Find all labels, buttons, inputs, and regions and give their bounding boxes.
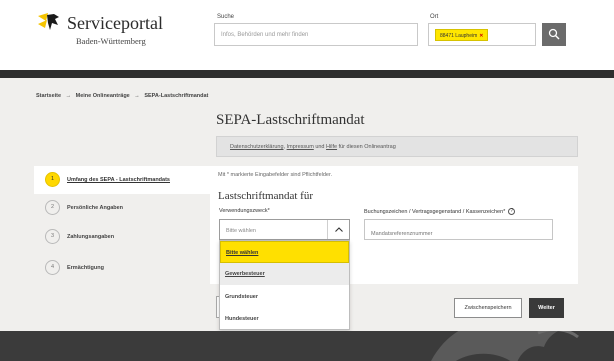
search-icon — [548, 28, 560, 40]
privacy-link[interactable]: Datenschutzerklärung — [230, 144, 284, 150]
dropdown-option[interactable]: Bitte wählen — [220, 241, 349, 263]
breadcrumb-separator: → — [134, 93, 140, 99]
lion-emblem-icon — [431, 331, 579, 361]
step-number: 1 — [45, 172, 60, 187]
remove-location-icon[interactable]: ✕ — [479, 33, 483, 39]
reference-label: Buchungszeichen / Vertragsgegenstand / K… — [364, 208, 506, 215]
info-bar: Datenschutzerklärung, Impressum und Hilf… — [216, 136, 578, 157]
purpose-select[interactable]: Bitte wählen — [219, 219, 350, 240]
step-label: Persönliche Angaben — [67, 205, 124, 211]
step-number: 3 — [45, 229, 60, 244]
search-label: Suche — [217, 14, 235, 20]
step-item-payment[interactable]: 3 Zahlungsangaben — [34, 223, 210, 251]
location-label: Ort — [430, 14, 439, 20]
purpose-dropdown-list: Bitte wählen Gewerbesteuer Grundsteuer H… — [219, 240, 350, 330]
step-number: 2 — [45, 200, 60, 215]
save-draft-button[interactable]: Zwischenspeichern — [454, 298, 522, 318]
dropdown-option[interactable]: Hundesteuer — [220, 308, 349, 330]
dropdown-option[interactable]: Gewerbesteuer — [220, 263, 349, 285]
imprint-link[interactable]: Impressum — [287, 144, 314, 150]
info-join: und — [315, 144, 325, 150]
purpose-select-value: Bitte wählen — [226, 228, 256, 234]
step-item-authorization[interactable]: 4 Ermächtigung — [34, 254, 210, 282]
header-divider — [0, 70, 614, 78]
breadcrumb-separator: → — [65, 93, 72, 99]
footer — [0, 331, 614, 361]
page-title: SEPA-Lastschriftmandat — [216, 112, 365, 128]
search-placeholder: Infos, Behörden und mehr finden — [221, 32, 309, 38]
header: Serviceportal Baden-Württemberg Suche In… — [0, 0, 614, 70]
location-chip[interactable]: 88471 Laupheim ✕ — [435, 29, 489, 41]
breadcrumb-item-current: SEPA-Lastschriftmandat — [144, 93, 209, 99]
reference-input[interactable] — [364, 219, 553, 240]
reference-label-row: Buchungszeichen / Vertragsgegenstand / K… — [364, 208, 516, 215]
help-icon[interactable]: ? — [508, 208, 516, 215]
step-item-scope[interactable]: 1 Umfang des SEPA - Lastschriftmandats — [34, 166, 210, 194]
brand-title[interactable]: Serviceportal — [67, 13, 163, 34]
search-button[interactable] — [542, 23, 566, 46]
form-heading: Lastschriftmandat für — [218, 190, 313, 202]
next-button[interactable]: Weiter — [529, 298, 564, 318]
purpose-label: Verwendungszweck* — [219, 208, 270, 214]
info-suffix: für diesen Onlineantrag — [338, 144, 396, 150]
required-note: Mit * markierte Eingabefelder sind Pflic… — [218, 172, 333, 178]
breadcrumb-item[interactable]: Meine Onlineanträge — [76, 93, 130, 99]
help-link[interactable]: Hilfe — [326, 144, 337, 150]
chevron-up-icon[interactable] — [327, 220, 349, 239]
step-label: Umfang des SEPA - Lastschriftmandats — [67, 177, 170, 183]
breadcrumb: Startseite → Meine Onlineanträge → SEPA-… — [36, 93, 211, 99]
location-input[interactable]: 88471 Laupheim ✕ — [428, 23, 536, 46]
lion-logo-icon[interactable] — [38, 13, 60, 31]
brand-subtitle: Baden-Württemberg — [76, 36, 146, 46]
step-item-personal[interactable]: 2 Persönliche Angaben — [34, 194, 210, 222]
step-label: Zahlungsangaben — [67, 234, 115, 240]
breadcrumb-item[interactable]: Startseite — [36, 93, 61, 99]
dropdown-option[interactable]: Grundsteuer — [220, 286, 349, 308]
step-number: 4 — [45, 260, 60, 275]
step-label: Ermächtigung — [67, 265, 104, 271]
search-input[interactable]: Infos, Behörden und mehr finden — [214, 23, 418, 46]
location-chip-label: 88471 Laupheim — [440, 33, 478, 39]
